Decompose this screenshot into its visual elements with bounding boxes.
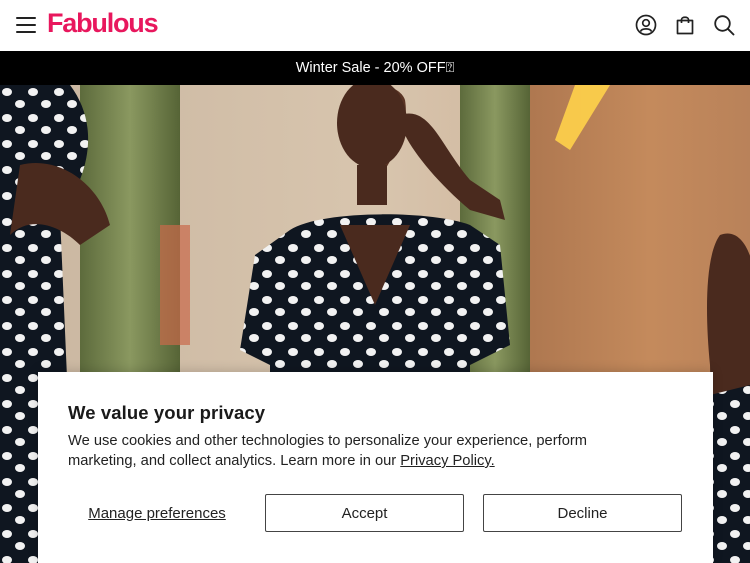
search-icon[interactable] [713,14,735,36]
site-header: Fabulous [0,0,750,51]
menu-icon[interactable] [16,16,36,34]
cookie-title: We value your privacy [68,402,266,423]
accept-button[interactable]: Accept [265,494,464,532]
cookie-body-text: We use cookies and other technologies to… [68,433,587,469]
promo-banner[interactable]: Winter Sale - 20% OFF⍰ [0,51,750,85]
decline-button[interactable]: Decline [483,494,682,532]
site-logo[interactable]: Fabulous [47,8,159,39]
account-icon[interactable] [635,14,657,36]
cookie-consent-dialog: We value your privacy We use cookies and… [38,372,713,563]
privacy-policy-link[interactable]: Privacy Policy. [400,453,494,469]
manage-preferences-button[interactable]: Manage preferences [68,494,246,532]
promo-text: Winter Sale - 20% OFF⍰ [295,60,455,76]
cookie-body: We use cookies and other technologies to… [68,431,628,471]
bag-icon[interactable] [674,14,696,36]
